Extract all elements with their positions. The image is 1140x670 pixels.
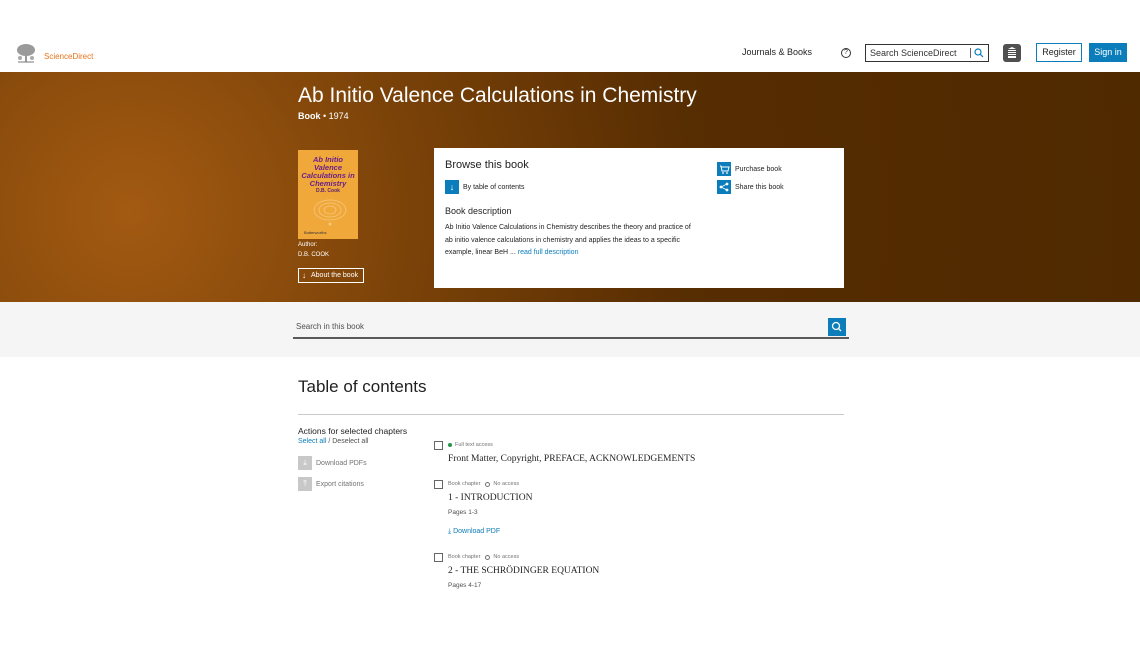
cover-author: D.B. Cook [316, 188, 340, 194]
search-placeholder: Search ScienceDirect [870, 48, 957, 58]
download-icon: ⤓ [448, 528, 452, 535]
purchase-book-link[interactable]: Purchase book [717, 162, 782, 176]
export-citations-label: Export citations [316, 480, 364, 488]
no-access-dot-icon [485, 481, 491, 487]
description-text: Ab Initio Valence Calculations in Chemis… [445, 222, 700, 260]
author-name[interactable]: D.B. COOK [298, 252, 329, 258]
journals-books-link[interactable]: Journals & Books [742, 47, 812, 57]
read-full-description-link[interactable]: read full description [518, 249, 579, 256]
chapter-title[interactable]: Front Matter, Copyright, PREFACE, ACKNOW… [448, 454, 695, 464]
author-label: Author: [298, 242, 318, 248]
download-pdfs-button[interactable]: ⤓ Download PDFs [298, 456, 367, 470]
search-input[interactable]: Search ScienceDirect [865, 44, 989, 62]
book-search-band: Search in this book [0, 302, 1140, 357]
share-book-label: Share this book [735, 183, 784, 191]
toc-divider [298, 414, 844, 415]
chapter-access-label: No access [493, 554, 520, 560]
chapter-access: Book chapter No access [448, 554, 519, 560]
chapter-type-label: Book chapter [448, 481, 481, 487]
actions-title: Actions for selected chapters [298, 426, 408, 436]
chapter-access: Full text access [448, 442, 493, 448]
institution-icon[interactable] [1003, 44, 1021, 62]
download-pdfs-label: Download PDFs [316, 459, 367, 467]
chapter-checkbox[interactable] [434, 480, 443, 489]
search-icon[interactable] [974, 48, 984, 58]
book-meta: Book • 1974 [298, 111, 349, 121]
chapter-access-label: Full text access [455, 442, 493, 448]
about-book-label: About the book [311, 272, 359, 279]
building-icon [1008, 47, 1016, 58]
by-toc-label: By table of contents [463, 183, 525, 191]
cover-title: Ab Initio Valence Calculations in Chemis… [301, 155, 355, 188]
download-pdf-link[interactable]: ⤓ Download PDF [448, 528, 500, 536]
book-search-placeholder: Search in this book [296, 322, 365, 331]
cart-icon [717, 162, 731, 176]
book-year: • 1974 [323, 111, 349, 121]
book-type: Book [298, 111, 321, 121]
sign-in-button[interactable]: Sign in [1089, 43, 1127, 62]
toc-heading: Table of contents [298, 377, 427, 396]
cover-orbital-graphic [313, 199, 347, 226]
chapter-access-label: No access [493, 481, 520, 487]
chapter-pages: Pages 4-17 [448, 582, 482, 589]
full-access-dot-icon [448, 443, 452, 447]
chapter-title[interactable]: 2 - THE SCHRÖDINGER EQUATION [448, 566, 599, 576]
logo-text: ScienceDirect [44, 51, 94, 61]
elsevier-tree-icon [14, 42, 38, 64]
share-book-link[interactable]: Share this book [717, 180, 784, 194]
register-button[interactable]: Register [1036, 43, 1082, 62]
search-divider [970, 48, 971, 58]
no-access-dot-icon [485, 554, 491, 560]
description-title: Book description [445, 206, 512, 216]
about-book-button[interactable]: ↓ About the book [298, 268, 364, 283]
share-icon [717, 180, 731, 194]
book-cover[interactable]: Ab Initio Valence Calculations in Chemis… [298, 150, 358, 239]
arrow-down-icon: ↓ [445, 180, 459, 194]
help-icon[interactable]: ? [841, 48, 851, 58]
book-title: Ab Initio Valence Calculations in Chemis… [298, 84, 697, 107]
chapter-access: Book chapter No access [448, 481, 519, 487]
chapter-checkbox[interactable] [434, 441, 443, 450]
export-icon: ⤒ [298, 477, 312, 491]
book-search-input[interactable]: Search in this book [293, 317, 849, 339]
chapter-title[interactable]: 1 - INTRODUCTION [448, 493, 532, 503]
deselect-all-link[interactable]: Deselect all [332, 438, 368, 445]
select-links: Select all / Deselect all [298, 438, 368, 445]
browse-card: Browse this book ↓ By table of contents … [434, 148, 844, 288]
search-icon [831, 321, 842, 332]
sciencedirect-logo[interactable]: ScienceDirect [14, 42, 93, 64]
select-all-link[interactable]: Select all [298, 438, 326, 445]
book-search-button[interactable] [828, 318, 846, 336]
download-pdf-label: Download PDF [453, 528, 501, 535]
browse-title: Browse this book [445, 159, 529, 171]
cover-publisher: Butterworths [304, 230, 327, 235]
by-toc-link[interactable]: ↓ By table of contents [445, 180, 524, 194]
export-citations-button[interactable]: ⤒ Export citations [298, 477, 364, 491]
arrow-down-icon: ↓ [302, 271, 306, 280]
book-hero: Ab Initio Valence Calculations in Chemis… [0, 72, 1140, 302]
chapter-type-label: Book chapter [448, 554, 481, 560]
chapter-pages: Pages 1-3 [448, 509, 478, 516]
purchase-book-label: Purchase book [735, 165, 782, 173]
chapter-checkbox[interactable] [434, 553, 443, 562]
download-icon: ⤓ [298, 456, 312, 470]
site-header: ScienceDirect Journals & Books ? Search … [0, 38, 1140, 72]
